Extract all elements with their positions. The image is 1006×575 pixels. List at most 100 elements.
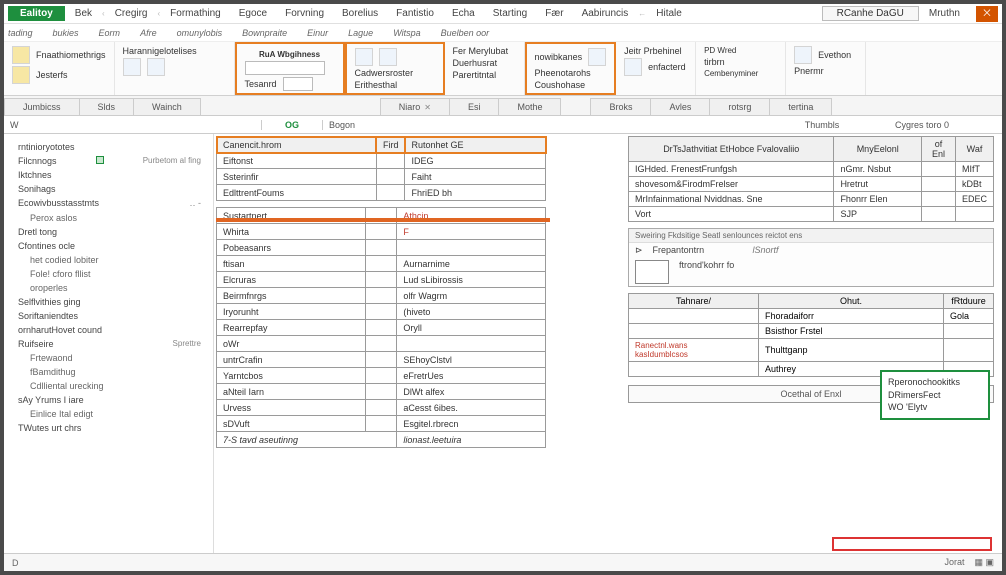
cell[interactable]: FhriED bh xyxy=(405,185,546,201)
cell[interactable]: SJP xyxy=(834,207,922,222)
cell[interactable]: Esgitel.rbrecn xyxy=(397,416,546,432)
size-dropdown[interactable] xyxy=(283,77,313,91)
cell[interactable] xyxy=(955,207,993,222)
side-item[interactable]: sAy Yrums I iare xyxy=(8,393,209,407)
cell[interactable]: olfr Wagrm xyxy=(397,288,546,304)
table-row[interactable]: EiftonstIDEG xyxy=(217,153,546,169)
cell[interactable] xyxy=(921,207,955,222)
cell[interactable] xyxy=(629,324,759,339)
th[interactable]: MnyEelonl xyxy=(834,137,922,162)
cell[interactable] xyxy=(629,362,759,377)
th[interactable]: DrTsJathvitiat EtHobce Fvalovaliio xyxy=(629,137,834,162)
align-icon[interactable] xyxy=(379,48,397,66)
cell[interactable]: Lud sLibirossis xyxy=(397,272,546,288)
tab[interactable]: Slds xyxy=(79,98,135,115)
cell[interactable]: Pobeasanrs xyxy=(217,240,366,256)
cell[interactable]: shovesom&FirodmFrelser xyxy=(629,177,834,192)
cell[interactable] xyxy=(921,162,955,177)
tab[interactable]: Mothe xyxy=(498,98,561,115)
font-dropdown[interactable] xyxy=(245,61,325,75)
cell[interactable]: Elcruras xyxy=(217,272,366,288)
cell[interactable] xyxy=(365,304,397,320)
table-row[interactable]: ftisanAurnarnime xyxy=(217,256,546,272)
menu-2[interactable]: Cregirg xyxy=(107,6,156,21)
menu-1[interactable]: Bek xyxy=(67,6,100,21)
cell[interactable]: Ranectnl.wanskasIdumblcsos xyxy=(629,339,759,362)
cell[interactable] xyxy=(365,336,397,352)
table-row[interactable]: FhoradaiforrGola xyxy=(629,309,994,324)
cell[interactable]: MrInfainmational Nviddnas. Sne xyxy=(629,192,834,207)
generic-icon[interactable] xyxy=(123,58,141,76)
side-item[interactable]: ornharutHovet cound xyxy=(8,323,209,337)
side-item[interactable]: Ecowivbusstasstmts‥ ‐ xyxy=(8,196,209,211)
cell[interactable]: Ssterinfir xyxy=(217,169,377,185)
cell[interactable]: Beirmfnrgs xyxy=(217,288,366,304)
formula-input[interactable]: Bogon xyxy=(322,120,772,130)
cell[interactable] xyxy=(365,240,397,256)
cell[interactable] xyxy=(365,288,397,304)
table-row[interactable]: Pobeasanrs xyxy=(217,240,546,256)
th[interactable]: fRtduure xyxy=(944,294,994,309)
table-row[interactable]: aNteil IarnDlWt alfex xyxy=(217,384,546,400)
cell[interactable] xyxy=(365,384,397,400)
side-item[interactable]: Dretl tong xyxy=(8,225,209,239)
cell[interactable]: aNteil Iarn xyxy=(217,384,366,400)
cell[interactable]: IDEG xyxy=(405,153,546,169)
th[interactable]: Ohut. xyxy=(759,294,944,309)
data-table[interactable]: Canencit.hrom Fird Rutonhet GE EiftonstI… xyxy=(216,136,546,201)
tab[interactable]: tertina xyxy=(769,98,832,115)
cell[interactable] xyxy=(365,352,397,368)
export-icon[interactable] xyxy=(794,46,812,64)
sublink[interactable]: Einur xyxy=(307,28,328,38)
tab[interactable]: Broks xyxy=(590,98,651,115)
tab[interactable]: rotsrg xyxy=(709,98,770,115)
th[interactable]: of Enl xyxy=(921,137,955,162)
cell[interactable]: Oryll xyxy=(397,320,546,336)
side-item[interactable]: Fole! cforo fllist xyxy=(8,267,209,281)
cell[interactable]: Gola xyxy=(944,309,994,324)
cell[interactable] xyxy=(365,256,397,272)
side-item[interactable]: RuifseireSprettre xyxy=(8,337,209,351)
table-header[interactable]: Rutonhet GE xyxy=(405,137,546,153)
cell[interactable]: ftisan xyxy=(217,256,366,272)
cell[interactable] xyxy=(629,309,759,324)
sublink[interactable]: tading xyxy=(8,28,33,38)
cell[interactable]: Yarntcbos xyxy=(217,368,366,384)
cell[interactable] xyxy=(921,192,955,207)
table-row[interactable]: UrvessaCesst 6ibes. xyxy=(217,400,546,416)
cell[interactable]: Thulttganp xyxy=(759,339,944,362)
cell[interactable]: SEhoyClstvl xyxy=(397,352,546,368)
cell[interactable]: Bsisthor Frstel xyxy=(759,324,944,339)
detail-table[interactable]: Tahnare/ Ohut. fRtduure FhoradaiforrGola… xyxy=(628,293,994,377)
menu-10[interactable]: Fær xyxy=(537,6,571,21)
table-row[interactable]: Bsisthor Frstel xyxy=(629,324,994,339)
cell[interactable]: Fhonrr Elen xyxy=(834,192,922,207)
menu-6[interactable]: Borelius xyxy=(334,6,386,21)
side-item[interactable]: Frtewaond xyxy=(8,351,209,365)
cell[interactable] xyxy=(376,169,405,185)
cell[interactable] xyxy=(397,336,546,352)
table-row[interactable]: VortSJP xyxy=(629,207,994,222)
table-row[interactable]: Ranectnl.wanskasIdumblcsosThulttganp xyxy=(629,339,994,362)
side-item[interactable]: Cdlliental urecking xyxy=(8,379,209,393)
cell[interactable] xyxy=(365,400,397,416)
sublink[interactable]: Bownpraite xyxy=(242,28,287,38)
sublink[interactable]: Witspa xyxy=(393,28,420,38)
cell[interactable]: (hiveto xyxy=(397,304,546,320)
cell[interactable] xyxy=(365,224,397,240)
table-row[interactable]: Beirmfnrgs olfr Wagrm xyxy=(217,288,546,304)
cell[interactable]: EDEC xyxy=(955,192,993,207)
cell[interactable]: nGmr. Nsbut xyxy=(834,162,922,177)
side-item[interactable]: Selflvithies ging xyxy=(8,295,209,309)
cell[interactable]: Fhoradaiforr xyxy=(759,309,944,324)
menu-4[interactable]: Egoce xyxy=(231,6,275,21)
cell[interactable] xyxy=(944,324,994,339)
cell[interactable] xyxy=(365,272,397,288)
tab[interactable]: Avles xyxy=(650,98,710,115)
table-row[interactable]: oWr xyxy=(217,336,546,352)
sublink[interactable]: bukies xyxy=(53,28,79,38)
side-item[interactable]: Cfontines ocle xyxy=(8,239,209,253)
menu-9[interactable]: Starting xyxy=(485,6,535,21)
sublink[interactable]: Eorm xyxy=(99,28,121,38)
preview-box[interactable] xyxy=(635,260,669,284)
